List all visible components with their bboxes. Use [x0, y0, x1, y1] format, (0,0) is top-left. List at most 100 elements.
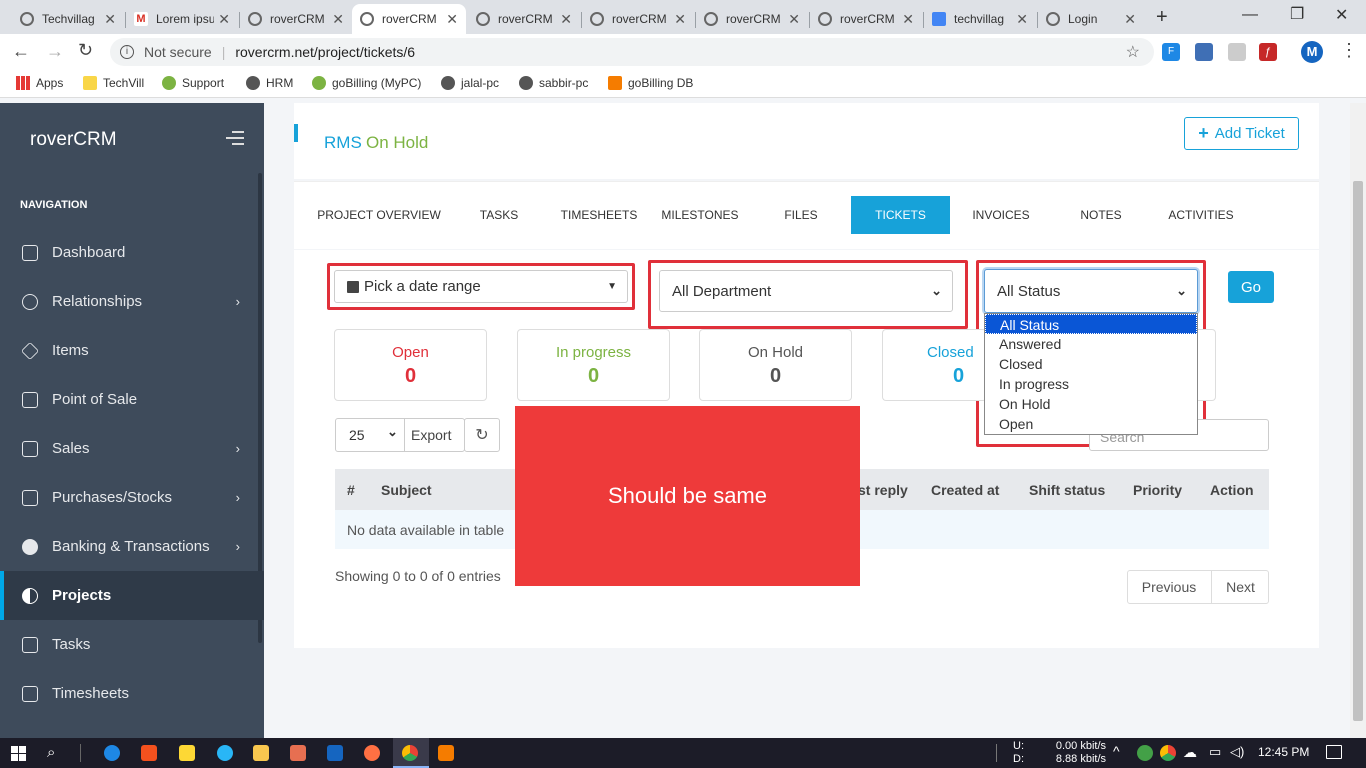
stat-open[interactable]: Open 0: [334, 329, 487, 401]
sidebar-item-purchases[interactable]: Purchases/Stocks ›: [0, 473, 264, 522]
file-explorer-icon[interactable]: [253, 745, 269, 761]
browser-tab[interactable]: roverCRM ✕: [468, 4, 580, 34]
tray-check-icon[interactable]: [1137, 745, 1153, 761]
firefox-icon[interactable]: [364, 745, 380, 761]
star-icon[interactable]: ☆: [1126, 42, 1140, 62]
notifications-icon[interactable]: [1326, 745, 1342, 759]
status-option[interactable]: Answered: [985, 334, 1197, 354]
bookmark-hrm[interactable]: HRM: [246, 76, 293, 90]
tab-milestones[interactable]: MILESTONES: [656, 196, 744, 234]
bookmark-apps[interactable]: Apps: [16, 76, 63, 90]
menu-kebab-icon[interactable]: ⋮: [1340, 40, 1358, 61]
tab-project-overview[interactable]: PROJECT OVERVIEW: [314, 196, 444, 234]
browser-tab[interactable]: Login ✕: [1038, 4, 1144, 34]
column-header-number[interactable]: #: [347, 482, 355, 498]
bookmark-sabbir-pc[interactable]: sabbir-pc: [519, 76, 588, 90]
edge-icon[interactable]: [104, 745, 120, 761]
browser-tab-active[interactable]: roverCRM ✕: [352, 4, 466, 34]
network-icon[interactable]: ▭: [1209, 744, 1221, 760]
export-button[interactable]: Export: [411, 427, 451, 443]
tab-files[interactable]: FILES: [766, 196, 836, 234]
close-icon[interactable]: ✕: [332, 11, 344, 28]
status-option[interactable]: On Hold: [985, 394, 1197, 414]
maximize-icon[interactable]: ❐: [1290, 4, 1304, 24]
column-header-priority[interactable]: Priority: [1133, 482, 1182, 498]
sublime-icon[interactable]: [438, 745, 454, 761]
tab-notes[interactable]: NOTES: [1068, 196, 1134, 234]
extension-icon[interactable]: F: [1162, 43, 1180, 61]
sidebar-item-projects[interactable]: Projects: [0, 571, 264, 620]
column-header-created-at[interactable]: Created at: [931, 482, 999, 498]
browser-tab[interactable]: roverCRM ✕: [696, 4, 808, 34]
stat-in-progress[interactable]: In progress 0: [517, 329, 670, 401]
volume-icon[interactable]: ◁): [1230, 744, 1244, 760]
tab-tickets[interactable]: TICKETS: [851, 196, 950, 234]
extension-icon[interactable]: ƒ: [1259, 43, 1277, 61]
page-size-select[interactable]: 25: [349, 427, 365, 443]
sticky-notes-icon[interactable]: [179, 745, 195, 761]
refresh-icon[interactable]: ↻: [464, 418, 500, 452]
tab-activities[interactable]: ACTIVITIES: [1160, 196, 1242, 234]
previous-button[interactable]: Previous: [1127, 570, 1212, 604]
column-header-subject[interactable]: Subject: [381, 482, 432, 498]
close-icon[interactable]: ✕: [902, 11, 914, 28]
cloud-icon[interactable]: ☁: [1183, 744, 1197, 761]
close-icon[interactable]: ✕: [1016, 11, 1028, 28]
sidebar-item-relationships[interactable]: Relationships ›: [0, 277, 264, 326]
status-select[interactable]: All Status ⌄: [984, 269, 1198, 313]
url-text[interactable]: rovercrm.net/project/tickets/6: [235, 44, 415, 60]
browser-tab[interactable]: roverCRM ✕: [240, 4, 352, 34]
profile-avatar[interactable]: M: [1301, 41, 1323, 63]
stat-closed[interactable]: Closed 0: [882, 329, 987, 401]
sidebar-item-dashboard[interactable]: Dashboard: [0, 228, 264, 277]
browser-tab[interactable]: Techvillag ✕: [12, 4, 124, 34]
bookmark-gobilling-mypc[interactable]: goBilling (MyPC): [312, 76, 421, 90]
address-bar[interactable]: i Not secure | rovercrm.net/project/tick…: [110, 38, 1154, 66]
status-option[interactable]: Open: [985, 414, 1197, 434]
reload-icon[interactable]: ↻: [78, 40, 93, 61]
new-tab-plus-icon[interactable]: +: [1156, 6, 1168, 29]
close-icon[interactable]: ✕: [104, 11, 116, 28]
back-arrow-icon[interactable]: ←: [12, 41, 30, 62]
maps-icon[interactable]: [327, 745, 343, 761]
status-option[interactable]: Closed: [985, 354, 1197, 374]
stat-on-hold[interactable]: On Hold 0: [699, 329, 852, 401]
forward-arrow-icon[interactable]: →: [46, 41, 64, 62]
minimize-icon[interactable]: —: [1242, 6, 1258, 24]
bookmark-support[interactable]: Support: [162, 76, 224, 90]
window-close-icon[interactable]: ✕: [1335, 5, 1348, 25]
chrome-icon[interactable]: [402, 745, 418, 761]
windows-start-icon[interactable]: [11, 746, 26, 761]
date-range-picker[interactable]: Pick a date range ▼: [334, 270, 628, 303]
ubuntu-icon[interactable]: [141, 745, 157, 761]
sidebar-item-items[interactable]: Items: [0, 326, 264, 375]
bookmark-techvill[interactable]: TechVill: [83, 76, 144, 90]
brand-logo[interactable]: roverCRM: [30, 129, 117, 151]
skype-icon[interactable]: [217, 745, 233, 761]
bookmark-jalal-pc[interactable]: jalal-pc: [441, 76, 499, 90]
hamburger-menu-icon[interactable]: [226, 131, 244, 145]
column-header-last-reply[interactable]: st reply: [858, 482, 908, 498]
department-select[interactable]: All Department ⌄: [659, 270, 953, 312]
tab-tasks[interactable]: TASKS: [462, 196, 536, 234]
tab-invoices[interactable]: INVOICES: [966, 196, 1036, 234]
close-icon[interactable]: ✕: [788, 11, 800, 28]
extension-icon[interactable]: [1195, 43, 1213, 61]
status-option[interactable]: In progress: [985, 374, 1197, 394]
sidebar-item-banking[interactable]: Banking & Transactions ›: [0, 522, 264, 571]
browser-tab[interactable]: roverCRM ✕: [810, 4, 922, 34]
close-icon[interactable]: ✕: [674, 11, 686, 28]
column-header-shift-status[interactable]: Shift status: [1029, 482, 1105, 498]
next-button[interactable]: Next: [1212, 570, 1269, 604]
bookmark-gobilling-db[interactable]: goBilling DB: [608, 76, 693, 90]
tab-timesheets[interactable]: TIMESHEETS: [554, 196, 644, 234]
browser-tab[interactable]: techvillag ✕: [924, 4, 1036, 34]
browser-tab[interactable]: M Lorem ipsu ✕: [126, 4, 238, 34]
sidebar-item-tasks[interactable]: Tasks: [0, 620, 264, 669]
go-button[interactable]: Go: [1228, 271, 1274, 303]
close-icon[interactable]: ✕: [560, 11, 572, 28]
close-icon[interactable]: ✕: [218, 11, 230, 28]
sidebar-item-point-of-sale[interactable]: Point of Sale: [0, 375, 264, 424]
xampp-icon[interactable]: [290, 745, 306, 761]
browser-tab[interactable]: roverCRM ✕: [582, 4, 694, 34]
